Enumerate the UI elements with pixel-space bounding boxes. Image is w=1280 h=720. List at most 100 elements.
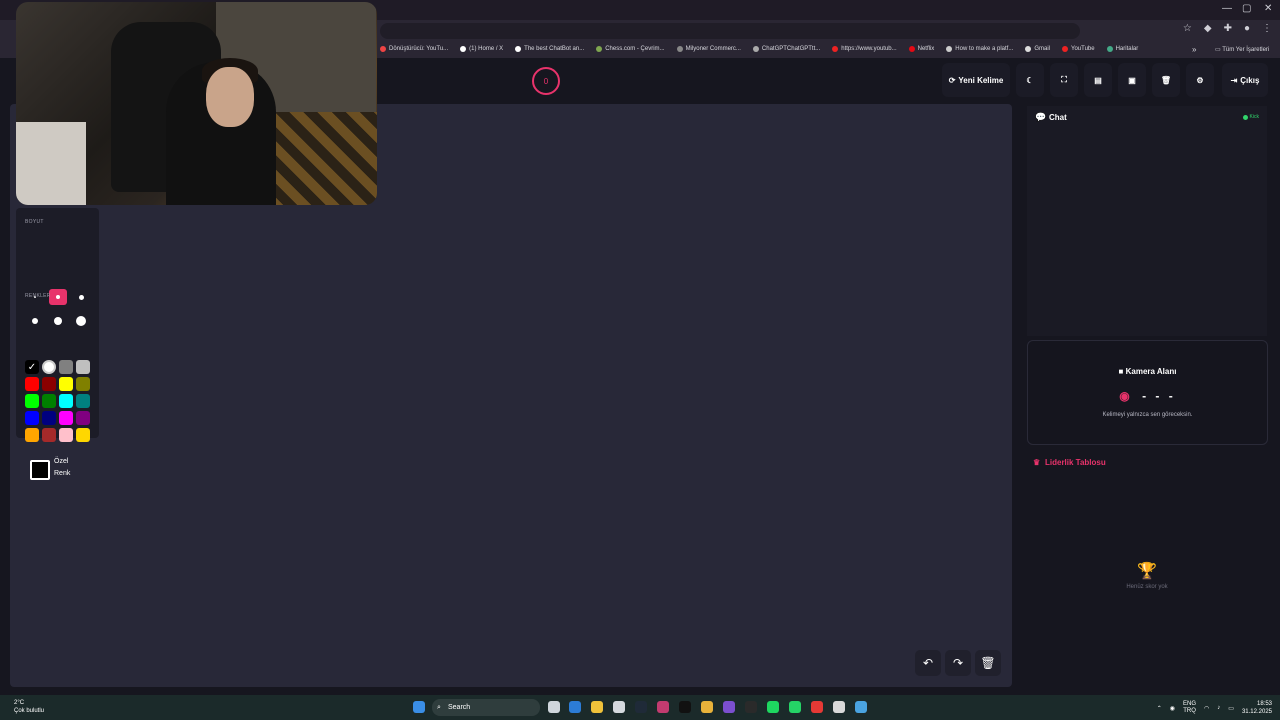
spotify-icon[interactable] <box>767 701 779 713</box>
color-swatch[interactable] <box>42 394 56 408</box>
keyboard-button[interactable]: ▤ <box>1084 63 1112 97</box>
bookmark-item[interactable]: Milyoner Commerc... <box>676 46 741 52</box>
bookmark-item[interactable]: Dönüştürücü: YouTu... <box>380 46 448 52</box>
color-swatch[interactable] <box>76 428 90 442</box>
color-swatch[interactable] <box>25 377 39 391</box>
camera-note: Kelimeyi yalnızca sen göreceksin. <box>1102 412 1193 418</box>
color-swatch[interactable] <box>42 377 56 391</box>
store-icon[interactable] <box>613 701 625 713</box>
bookmark-item[interactable]: Gmail <box>1025 46 1050 52</box>
bookmark-item[interactable]: The best ChatBot an... <box>515 46 584 52</box>
brush-size-option[interactable] <box>49 289 67 305</box>
weather-widget[interactable]: 2°C Çok bulutlu <box>14 699 44 715</box>
app-icon-7[interactable] <box>855 701 867 713</box>
logout-button[interactable]: ⇥ Çıkış <box>1222 63 1268 97</box>
minimize-icon[interactable]: — <box>1222 3 1232 14</box>
app-icon-2[interactable] <box>679 701 691 713</box>
delete-button[interactable]: 🗑 <box>1152 63 1180 97</box>
bookmark-item[interactable]: YouTube <box>1062 46 1095 52</box>
undo-button[interactable]: ↶ <box>915 650 941 676</box>
bookmark-favicon-icon <box>1062 46 1068 52</box>
eye-icon[interactable]: ◉ <box>1119 389 1129 403</box>
maximize-icon[interactable]: ▢ <box>1242 3 1251 14</box>
volume-icon[interactable]: ♪ <box>1217 705 1220 711</box>
app-icon-4[interactable] <box>745 701 757 713</box>
widgets-icon[interactable] <box>569 701 581 713</box>
file-explorer-icon[interactable] <box>591 701 603 713</box>
colors-label: RENKLER <box>25 293 51 299</box>
color-swatch[interactable] <box>25 411 39 425</box>
bookmark-item[interactable]: Haritalar <box>1106 46 1138 52</box>
color-swatch[interactable] <box>76 394 90 408</box>
color-swatch[interactable] <box>59 360 73 374</box>
color-swatch[interactable] <box>76 377 90 391</box>
clear-canvas-button[interactable]: 🗑 <box>975 650 1001 676</box>
color-swatch[interactable] <box>42 428 56 442</box>
color-swatch[interactable] <box>59 411 73 425</box>
taskbar-search[interactable]: ⌕ Search <box>432 699 540 716</box>
whatsapp-icon[interactable] <box>789 701 801 713</box>
app-icon-1[interactable] <box>657 701 669 713</box>
steam-icon[interactable] <box>635 701 647 713</box>
color-swatch[interactable] <box>59 377 73 391</box>
task-view-icon[interactable] <box>548 701 560 713</box>
search-icon: ⌕ <box>437 703 441 711</box>
wifi-icon[interactable]: ◠ <box>1204 705 1209 712</box>
chevron-up-icon[interactable]: ⌃ <box>1157 705 1162 712</box>
puzzle-icon[interactable]: ✚ <box>1224 23 1232 34</box>
color-swatch[interactable]: ✓ <box>25 360 39 374</box>
chrome-icon[interactable] <box>701 701 713 713</box>
app-icon-5[interactable] <box>811 701 823 713</box>
color-swatch[interactable] <box>42 411 56 425</box>
chat-panel: 💬 Chat Kick <box>1027 106 1267 336</box>
all-bookmarks[interactable]: ▭ Tüm Yer İşaretleri <box>1215 46 1269 53</box>
archive-button[interactable]: ▣ <box>1118 63 1146 97</box>
clock[interactable]: 18:53 31.12.2025 <box>1242 700 1272 716</box>
redo-button[interactable]: ↷ <box>945 650 971 676</box>
menu-icon[interactable]: ⋮ <box>1262 23 1272 34</box>
bookmark-item[interactable]: (1) Home / X <box>460 46 503 52</box>
redo-icon: ↷ <box>952 656 964 670</box>
brush-size-option[interactable] <box>72 289 90 305</box>
bookmark-favicon-icon <box>596 46 603 52</box>
color-swatch[interactable] <box>59 428 73 442</box>
brush-size-option[interactable] <box>26 313 44 329</box>
app-icon-6[interactable] <box>833 701 845 713</box>
secret-word: ◉ - - - <box>1028 389 1267 403</box>
extension-icon[interactable]: ◆ <box>1204 23 1212 34</box>
color-swatch[interactable] <box>76 360 90 374</box>
bookmark-item[interactable]: Chess.com - Çevrim... <box>596 46 665 52</box>
bookmark-item[interactable]: Netflix <box>908 46 934 52</box>
color-swatch[interactable] <box>25 428 39 442</box>
color-swatch[interactable] <box>42 360 56 374</box>
more-bookmarks-icon[interactable]: » <box>1192 45 1196 54</box>
bookmark-favicon-icon <box>908 46 915 52</box>
windows-start-icon[interactable] <box>413 701 425 713</box>
color-swatch[interactable] <box>59 394 73 408</box>
language-indicator[interactable]: ENG TRQ <box>1183 701 1196 715</box>
app-icon-3[interactable] <box>723 701 735 713</box>
leaderboard-title: ♛ Liderlik Tablosu <box>1033 458 1106 467</box>
custom-color-button[interactable] <box>30 460 50 480</box>
color-swatch[interactable] <box>76 411 90 425</box>
new-word-button[interactable]: ⟳ Yeni Kelime <box>942 63 1010 97</box>
profile-icon[interactable]: ● <box>1244 23 1250 34</box>
fullscreen-button[interactable]: ⛶ <box>1050 63 1078 97</box>
dark-mode-button[interactable]: ☾ <box>1016 63 1044 97</box>
bookmark-item[interactable]: ChatGPTChatGPTtt... <box>752 46 820 52</box>
bookmark-item[interactable]: https://www.youtub... <box>832 46 897 52</box>
close-icon[interactable]: ✕ <box>1264 3 1272 14</box>
bookmark-list: Dönüştürücü: YouTu... (1) Home / X The bes… <box>380 46 1150 52</box>
bookmark-item[interactable]: How to make a platf... <box>946 46 1013 52</box>
brush-size-option[interactable] <box>49 313 67 329</box>
bookmark-label: (1) Home / X <box>469 46 504 52</box>
network-icon[interactable]: ◉ <box>1170 705 1175 712</box>
brush-size-option[interactable] <box>72 313 90 329</box>
star-icon[interactable]: ☆ <box>1183 23 1192 34</box>
battery-icon[interactable]: ▭ <box>1228 705 1234 712</box>
address-bar[interactable] <box>380 23 1080 39</box>
settings-button[interactable]: ⚙ <box>1186 63 1214 97</box>
color-swatch[interactable] <box>25 394 39 408</box>
trash-icon: 🗑 <box>1160 75 1172 85</box>
bookmark-label: Chess.com - Çevrim... <box>605 46 665 52</box>
